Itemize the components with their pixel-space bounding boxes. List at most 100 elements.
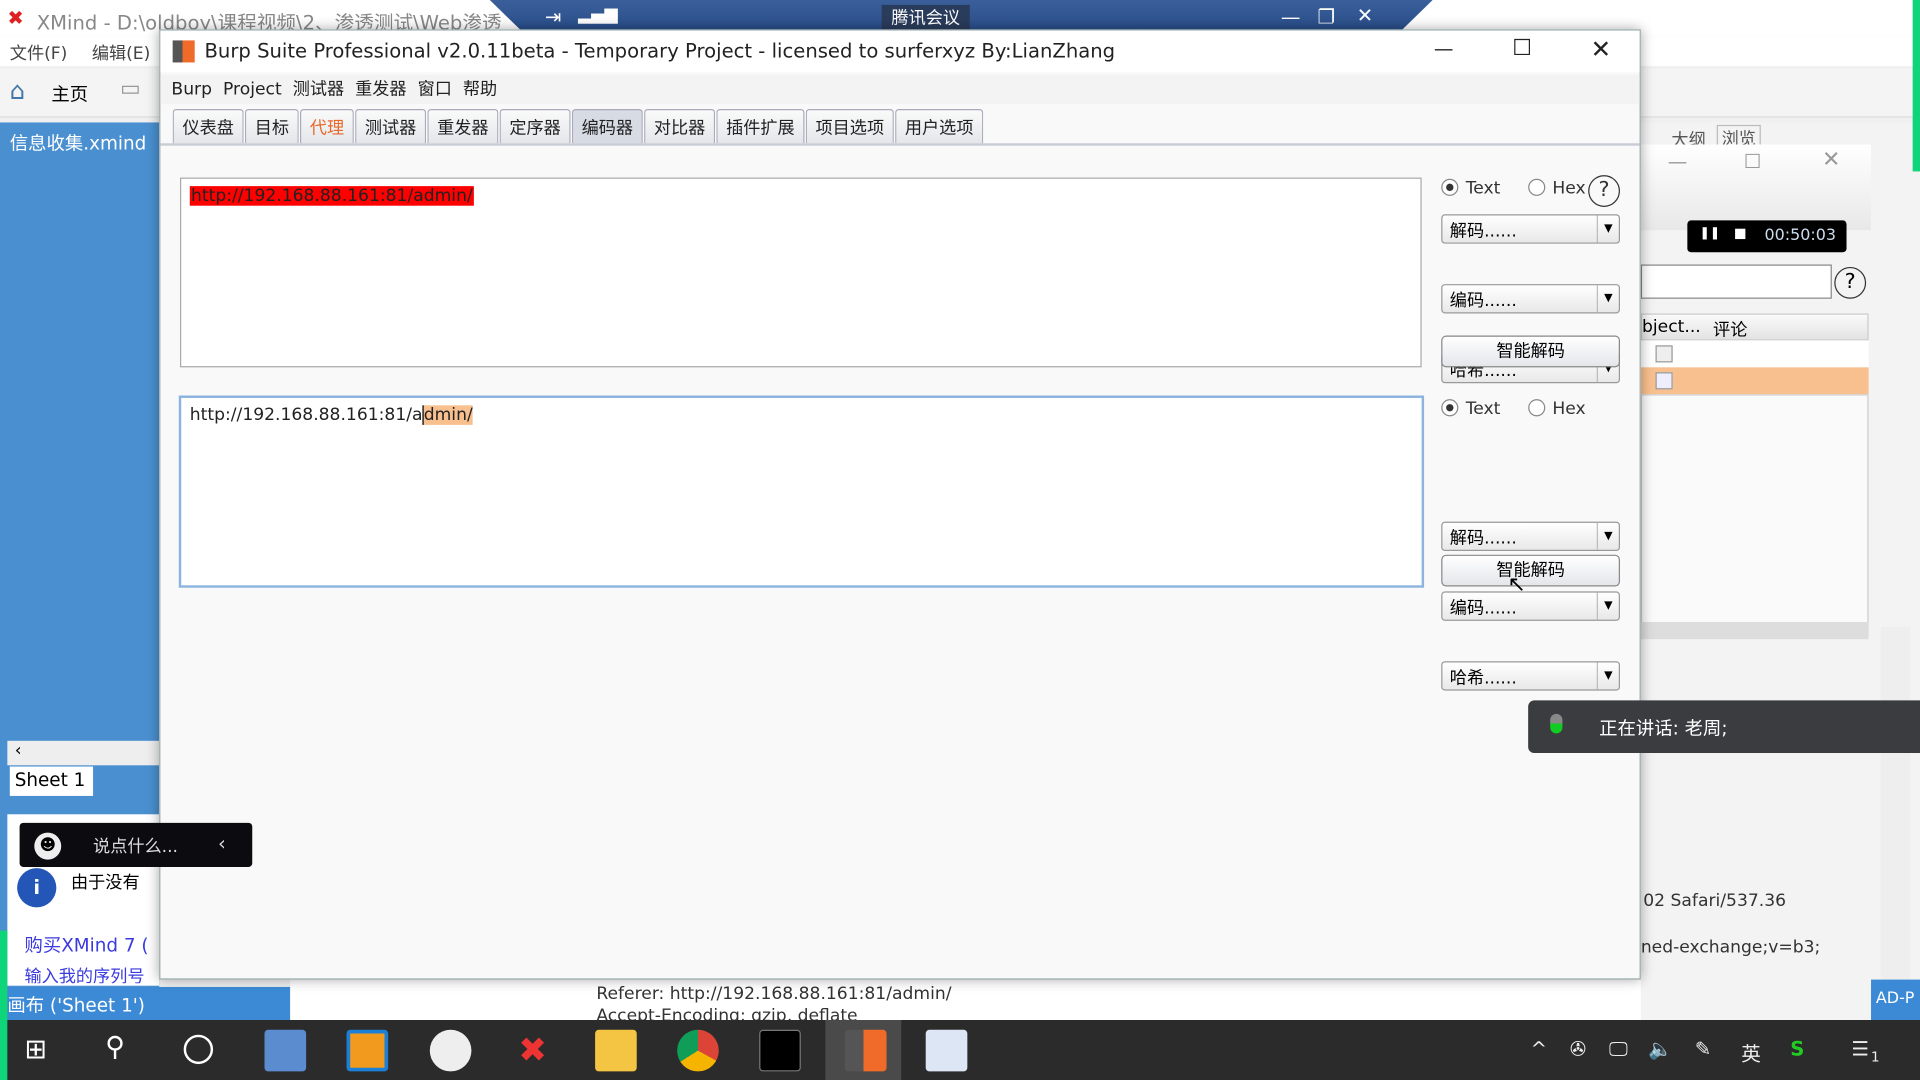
signal-icon: ▂▄▆ <box>577 4 618 25</box>
microphone-icon <box>1550 713 1563 734</box>
network-icon[interactable]: 🖵 <box>1609 1037 1628 1061</box>
home-button[interactable]: 主页 <box>51 81 88 107</box>
menu-project[interactable]: Project <box>223 80 282 100</box>
windows-start-icon[interactable]: ⊞ <box>24 1035 47 1066</box>
chevron-left-icon[interactable]: ‹ <box>218 831 226 854</box>
maximize-icon[interactable]: ☐ <box>1744 149 1762 172</box>
buy-link[interactable]: 购买XMind 7 ( <box>24 932 159 958</box>
terminal-icon[interactable] <box>759 1029 801 1072</box>
decoder-input-1[interactable]: http://192.168.88.161:81/admin/ <box>180 177 1422 368</box>
chrome-icon[interactable] <box>677 1029 719 1072</box>
minimize-icon[interactable]: — <box>1434 37 1454 60</box>
tab-project-options[interactable]: 项目选项 <box>805 108 894 144</box>
table-row[interactable] <box>1640 367 1869 395</box>
table-header: bject... 评论 <box>1640 313 1869 341</box>
network-app-icon[interactable]: ✇ <box>1570 1037 1586 1060</box>
decoder-text-1: http://192.168.88.161:81/admin/ <box>189 186 474 206</box>
emoji-icon[interactable]: ☻ <box>34 832 62 860</box>
hex-radio[interactable]: Hex <box>1527 178 1586 198</box>
chevron-down-icon: ▼ <box>1596 592 1619 620</box>
notepad-icon[interactable] <box>925 1029 968 1072</box>
app-icon[interactable] <box>264 1029 307 1072</box>
tab-intruder[interactable]: 测试器 <box>355 108 427 144</box>
menu-edit[interactable]: 编辑(E) <box>92 40 151 64</box>
file-tab[interactable]: 信息收集.xmind <box>10 130 146 156</box>
checkbox[interactable] <box>1655 345 1673 363</box>
minimize-icon[interactable]: — <box>1668 149 1688 172</box>
encode-select[interactable]: 编码...... ▼ <box>1441 591 1621 621</box>
hex-radio[interactable]: Hex <box>1527 399 1586 419</box>
cortana-icon[interactable] <box>183 1034 214 1065</box>
minimize-icon[interactable]: — <box>1281 5 1301 28</box>
help-icon[interactable]: ? <box>1588 175 1621 207</box>
tab-target[interactable]: 目标 <box>244 108 299 144</box>
decoder-input-2[interactable]: http://192.168.88.161:81/admin/ <box>178 395 1425 588</box>
pin-icon[interactable]: ⇥ <box>545 5 561 28</box>
menu-help[interactable]: 帮助 <box>463 80 497 100</box>
v-scrollbar[interactable] <box>1880 626 1911 1032</box>
pause-icon[interactable]: ❚❚ <box>1700 227 1721 240</box>
pen-icon[interactable]: ✎ <box>1695 1037 1711 1060</box>
search-icon[interactable]: ⚲ <box>105 1032 125 1063</box>
burp-title-bar: Burp Suite Professional v2.0.11beta - Te… <box>160 30 1640 73</box>
smart-decode-button[interactable]: 智能解码 <box>1441 554 1621 587</box>
stop-icon[interactable]: ■ <box>1734 225 1747 241</box>
desktop: ✖ XMind - D:\oldboy\课程视频\2、渗透测试\Web渗透 文件(… <box>0 0 1920 1080</box>
notification-icon[interactable]: ☰ <box>1851 1037 1869 1060</box>
chat-box[interactable]: ☻ 说点什么... ‹ <box>19 822 253 867</box>
tab-repeater[interactable]: 重发器 <box>427 108 499 144</box>
table-row[interactable] <box>1640 340 1869 368</box>
scroll-left-icon[interactable]: ‹ <box>7 740 160 766</box>
maximize-icon[interactable]: ☐ <box>1512 36 1532 62</box>
tab-proxy[interactable]: 代理 <box>300 108 354 144</box>
app-icon[interactable] <box>346 1029 389 1072</box>
h-scrollbar[interactable] <box>1640 622 1869 640</box>
mode-group-1: Text Hex ? <box>1441 175 1637 207</box>
restore-icon[interactable]: ❐ <box>1318 5 1336 28</box>
file-explorer-icon[interactable] <box>595 1029 637 1072</box>
col-object[interactable]: bject... <box>1642 317 1701 337</box>
tab-dashboard[interactable]: 仪表盘 <box>172 108 244 144</box>
menu-burp[interactable]: Burp <box>171 80 212 100</box>
sheet-tab[interactable]: Sheet 1 <box>9 766 94 796</box>
ime-indicator[interactable]: 英 <box>1741 1037 1761 1066</box>
xmind-left-panel: 信息收集.xmind ‹ Sheet 1 i 由于没有 购买XMind 7 ( … <box>0 122 160 1021</box>
tab-comparer[interactable]: 对比器 <box>644 108 716 144</box>
menu-file[interactable]: 文件(F) <box>10 40 68 64</box>
volume-icon[interactable]: 🔈 <box>1648 1037 1672 1060</box>
search-input[interactable] <box>1640 264 1832 299</box>
text-radio[interactable]: Text <box>1441 399 1500 419</box>
col-comment[interactable]: 评论 <box>1713 317 1747 341</box>
burp-icon[interactable] <box>844 1029 887 1072</box>
chat-input[interactable]: 说点什么... <box>93 834 178 858</box>
close-icon[interactable]: ✕ <box>1591 34 1612 63</box>
text-radio[interactable]: Text <box>1441 178 1500 198</box>
save-icon[interactable]: ▭ <box>120 76 141 102</box>
mouse-cursor-icon: ↖ <box>1507 571 1526 598</box>
chevron-up-icon[interactable]: ^ <box>1531 1037 1547 1060</box>
info-text: 由于没有 <box>71 873 140 893</box>
close-icon[interactable]: ✕ <box>1822 147 1840 173</box>
encode-select[interactable]: 编码...... ▼ <box>1441 284 1621 314</box>
decode-select[interactable]: 解码...... ▼ <box>1441 521 1621 552</box>
tab-extender[interactable]: 插件扩展 <box>716 108 805 144</box>
menu-window[interactable]: 窗口 <box>418 80 452 100</box>
checkbox[interactable] <box>1655 372 1673 390</box>
tab-decoder[interactable]: 编码器 <box>571 108 643 144</box>
tab-sequencer[interactable]: 定序器 <box>499 108 571 144</box>
decode-select[interactable]: 解码...... ▼ <box>1441 214 1621 244</box>
serial-link[interactable]: 输入我的序列号 <box>24 964 159 983</box>
menu-repeater[interactable]: 重发器 <box>355 80 406 100</box>
smart-decode-button[interactable]: 智能解码 <box>1441 335 1621 368</box>
sogou-icon[interactable]: S <box>1790 1037 1804 1060</box>
tab-user-options[interactable]: 用户选项 <box>895 108 984 144</box>
app-icon[interactable] <box>429 1029 472 1072</box>
info-icon: i <box>17 868 57 908</box>
hash-select[interactable]: 哈希...... ▼ <box>1441 661 1621 691</box>
xmind-icon[interactable]: ✖ <box>512 1030 554 1072</box>
close-icon[interactable]: ✕ <box>1357 4 1373 27</box>
help-icon[interactable]: ? <box>1834 266 1867 299</box>
chevron-down-icon: ▼ <box>1596 662 1619 690</box>
speaking-text: 正在讲话: 老周; <box>1599 717 1728 740</box>
menu-intruder[interactable]: 测试器 <box>293 80 344 100</box>
